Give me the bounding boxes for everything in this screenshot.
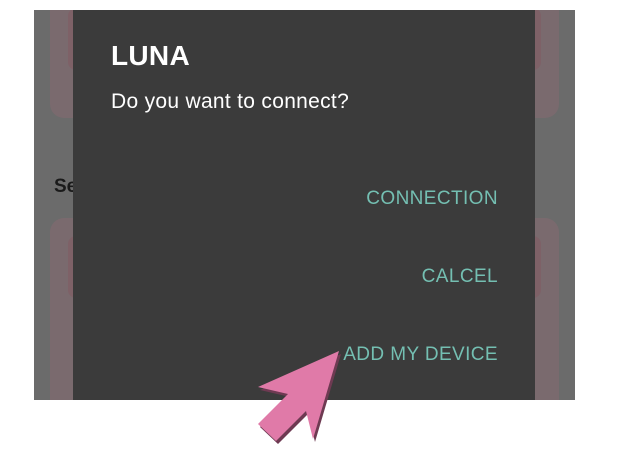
pointer-arrow-icon <box>258 351 341 444</box>
connection-button[interactable]: CONNECTION <box>366 188 498 210</box>
cancel-button[interactable]: CALCEL <box>422 266 498 288</box>
connect-dialog: LUNA Do you want to connect? CONNECTION … <box>73 10 535 400</box>
dialog-title: LUNA <box>111 40 190 71</box>
dialog-message: Do you want to connect? <box>111 90 350 113</box>
add-my-device-button[interactable]: ADD MY DEVICE <box>343 344 498 366</box>
